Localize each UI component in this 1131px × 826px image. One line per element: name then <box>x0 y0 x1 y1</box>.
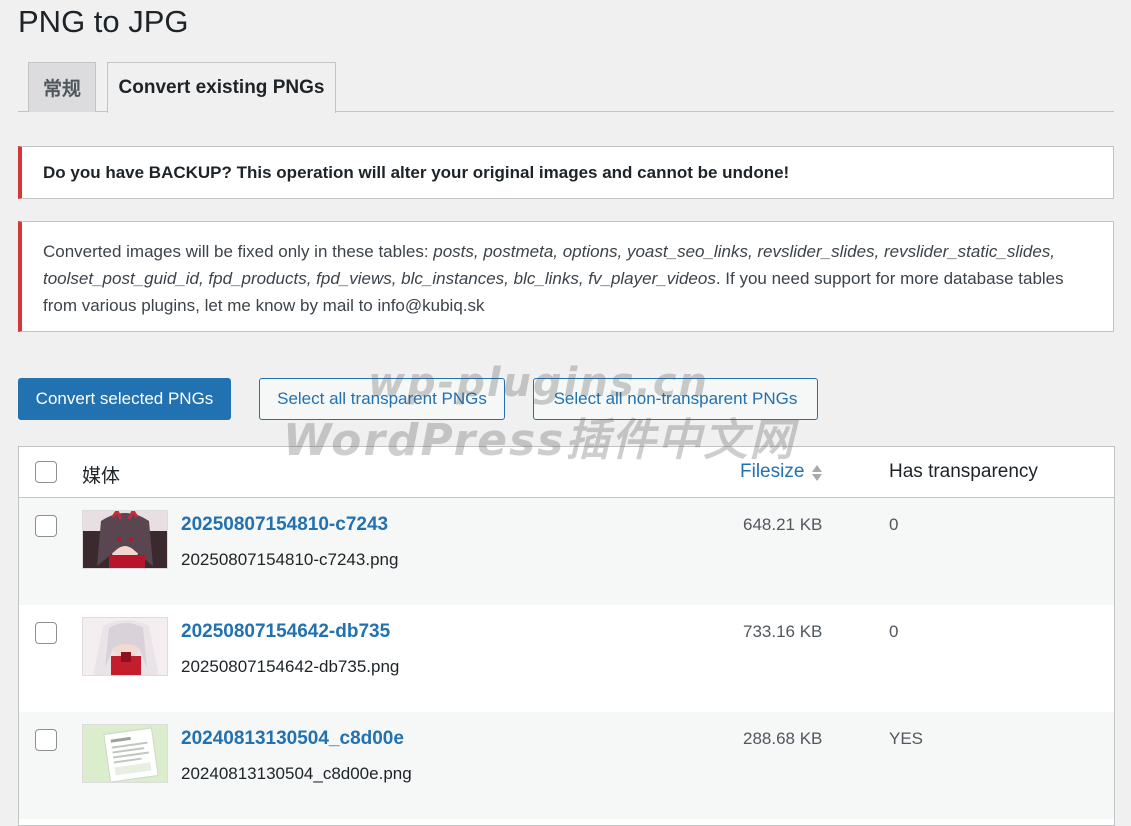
convert-selected-button[interactable]: Convert selected PNGs <box>18 378 231 420</box>
file-name: 20240813130504_c8d00e.png <box>181 764 412 783</box>
page-title: PNG to JPG <box>18 4 189 39</box>
row-checkbox[interactable] <box>35 729 57 751</box>
column-filesize[interactable]: Filesize <box>740 461 804 483</box>
thumbnail-image[interactable] <box>82 724 168 783</box>
file-size: 733.16 KB <box>743 622 823 641</box>
tables-info-notice: Converted images will be fixed only in t… <box>18 221 1114 332</box>
tab-general[interactable]: 常规 <box>28 62 96 112</box>
file-name: 20250807154642-db735.png <box>181 657 400 676</box>
backup-warning-text: Do you have BACKUP? This operation will … <box>43 163 790 182</box>
backup-warning-notice: Do you have BACKUP? This operation will … <box>18 146 1114 199</box>
thumbnail-image[interactable] <box>82 510 168 569</box>
file-size: 288.68 KB <box>743 729 823 748</box>
tables-intro-text: Converted images will be fixed only in t… <box>43 242 434 261</box>
png-table: 媒体 Filesize Has transparency 20250807154… <box>18 446 1115 826</box>
table-row: 20250807154642-db735 20250807154642-db73… <box>19 605 1114 712</box>
media-title-link[interactable]: 20250807154642-db735 <box>181 621 390 643</box>
transparency-value: 0 <box>889 515 899 534</box>
thumbnail-image[interactable] <box>82 617 168 676</box>
select-all-checkbox[interactable] <box>35 461 57 483</box>
transparency-value: 0 <box>889 622 899 641</box>
row-checkbox[interactable] <box>35 622 57 644</box>
column-transparency: Has transparency <box>889 461 1038 482</box>
sort-icon[interactable] <box>811 463 823 483</box>
file-name: 20250807154810-c7243.png <box>181 550 399 569</box>
table-row: 20250807154810-c7243 20250807154810-c724… <box>19 498 1114 605</box>
row-checkbox[interactable] <box>35 515 57 537</box>
tab-convert-existing[interactable]: Convert existing PNGs <box>107 62 336 113</box>
table-header: 媒体 Filesize Has transparency <box>19 447 1114 498</box>
nav-tabs: 常规 Convert existing PNGs <box>18 62 1114 113</box>
file-size: 648.21 KB <box>743 515 823 534</box>
select-non-transparent-button[interactable]: Select all non-transparent PNGs <box>533 378 818 420</box>
media-title-link[interactable]: 20250807154810-c7243 <box>181 514 388 536</box>
table-row: 20240813130504_c8d00e 20240813130504_c8d… <box>19 712 1114 819</box>
media-title-link[interactable]: 20240813130504_c8d00e <box>181 728 404 750</box>
select-transparent-button[interactable]: Select all transparent PNGs <box>259 378 505 420</box>
column-media: 媒体 <box>82 466 121 487</box>
transparency-value: YES <box>889 729 924 748</box>
